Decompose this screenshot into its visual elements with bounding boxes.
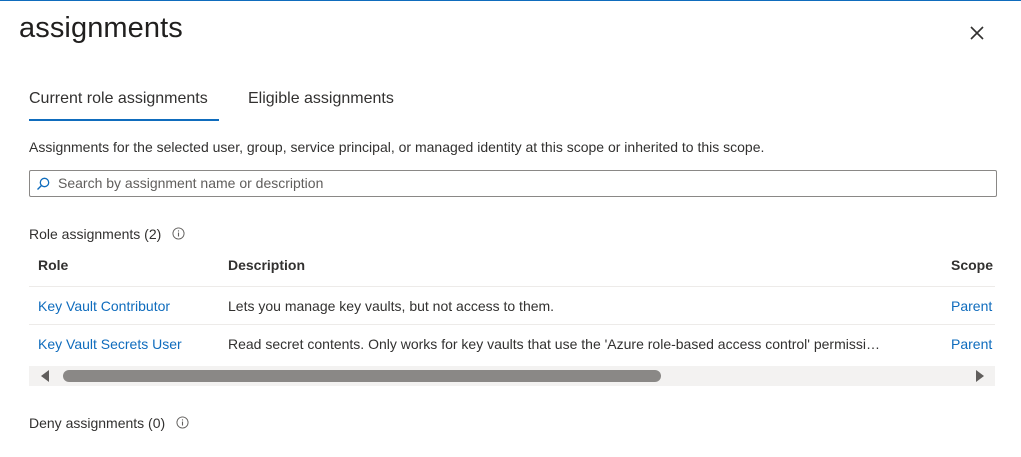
close-button[interactable] — [964, 20, 990, 46]
info-icon[interactable] — [176, 416, 189, 429]
info-icon[interactable] — [172, 227, 185, 240]
row-divider — [29, 324, 995, 325]
row-1-role-link[interactable]: Key Vault Contributor — [38, 298, 170, 314]
header-divider — [29, 286, 995, 287]
search-icon — [37, 177, 50, 190]
panel-title: assignments — [19, 12, 183, 44]
panel-top-accent-line — [0, 0, 1021, 1]
column-header-scope[interactable]: Scope — [951, 257, 993, 273]
tab-eligible-assignments[interactable]: Eligible assignments — [248, 90, 394, 108]
horizontal-scrollbar[interactable] — [29, 366, 995, 386]
deny-assignments-heading: Deny assignments (0) — [29, 415, 189, 431]
assignments-description: Assignments for the selected user, group… — [29, 139, 765, 155]
tab-current-role-assignments[interactable]: Current role assignments — [29, 90, 208, 108]
row-2-description: Read secret contents. Only works for key… — [228, 336, 880, 352]
active-tab-indicator — [29, 119, 219, 121]
search-box[interactable] — [29, 170, 997, 197]
role-assignments-heading: Role assignments (2) — [29, 226, 185, 242]
close-icon — [970, 26, 984, 40]
scrollbar-thumb[interactable] — [63, 370, 661, 382]
scroll-right-arrow-icon[interactable] — [976, 370, 984, 382]
row-2-scope-link[interactable]: Parent — [951, 336, 992, 352]
column-header-description[interactable]: Description — [228, 257, 305, 273]
row-1-description: Lets you manage key vaults, but not acce… — [228, 298, 555, 314]
search-input[interactable] — [58, 173, 978, 193]
row-1-scope-link[interactable]: Parent — [951, 298, 992, 314]
row-2-role-link[interactable]: Key Vault Secrets User — [38, 336, 182, 352]
deny-assignments-label: Deny assignments (0) — [29, 415, 166, 431]
role-assignments-label: Role assignments (2) — [29, 226, 162, 242]
column-header-role[interactable]: Role — [38, 257, 68, 273]
scroll-left-arrow-icon[interactable] — [41, 370, 49, 382]
